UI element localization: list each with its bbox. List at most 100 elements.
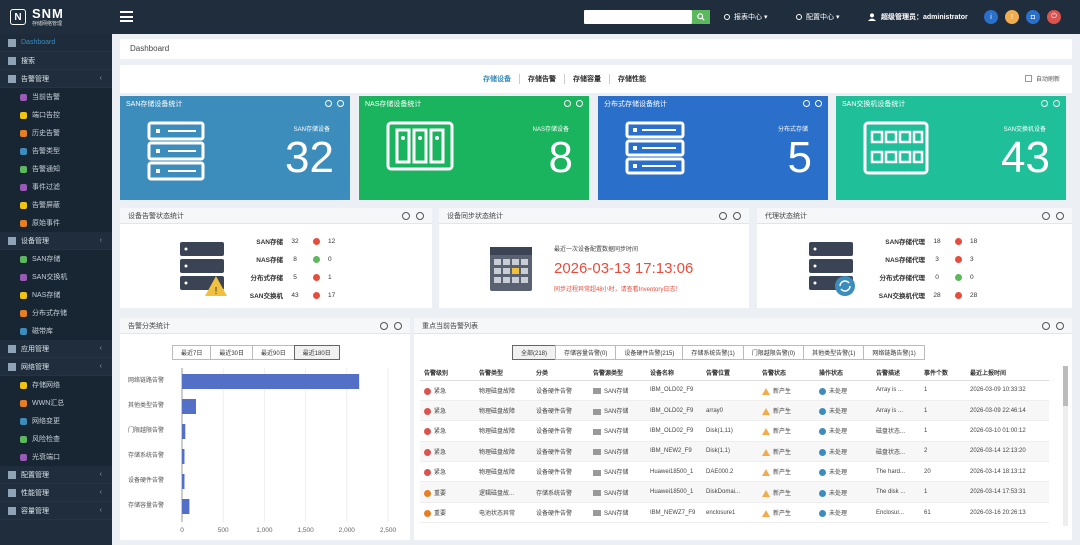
refresh-icon[interactable] bbox=[325, 100, 332, 107]
info-icon[interactable] bbox=[394, 322, 402, 330]
info-icon[interactable] bbox=[416, 212, 424, 220]
refresh-icon[interactable] bbox=[564, 100, 571, 107]
info-icon[interactable] bbox=[733, 212, 741, 220]
chart-bar[interactable] bbox=[182, 449, 185, 464]
device-name-link[interactable]: Huawei18500_1 bbox=[646, 461, 702, 483]
table-row[interactable]: 紧急 物理磁盘故障 设备硬件告警 SAN存储 IBM_OLD02_F9 新产生 未处理 Arr… bbox=[420, 380, 1049, 401]
sidebar-item[interactable]: 告警通知 bbox=[0, 160, 112, 178]
info-icon[interactable] bbox=[1056, 212, 1064, 220]
checkbox[interactable] bbox=[1024, 75, 1032, 82]
table-row[interactable]: 重要 电池状态异常 设备硬件告警 SAN存储 IBM_NEWZ7_F9 enclosure… bbox=[420, 502, 1049, 524]
search-input[interactable] bbox=[584, 10, 692, 24]
sidebar-item[interactable]: NAS存储 bbox=[0, 286, 112, 304]
sidebar-item[interactable]: 磁带库 bbox=[0, 322, 112, 340]
power-icon[interactable]: ⏻ bbox=[1047, 10, 1061, 24]
refresh-icon[interactable] bbox=[1042, 322, 1050, 330]
chart-bar[interactable] bbox=[182, 499, 190, 514]
table-row[interactable]: 紧急 物理磁盘故障 设备硬件告警 SAN存储 Huawei18500_1 DAE000.2… bbox=[420, 461, 1049, 483]
info-icon[interactable] bbox=[815, 100, 822, 107]
filter-tab[interactable]: 存储容量告警(0) bbox=[555, 345, 617, 360]
sidebar-item[interactable]: SAN交换机 bbox=[0, 268, 112, 286]
sidebar-item[interactable]: 端口告控 bbox=[0, 106, 112, 124]
table-row[interactable]: 紧急 物理磁盘故障 设备硬件告警 SAN存储 IBM_OLD02_F9 array0 新产生… bbox=[420, 400, 1049, 422]
stat-card[interactable]: NAS存储设备统计 NAS存储设备 8 bbox=[359, 96, 589, 200]
config-center-link[interactable]: 配置中心 ▾ bbox=[796, 12, 839, 22]
column-header[interactable]: 设备名称 bbox=[646, 366, 702, 381]
sidebar-item[interactable]: 告警类型 bbox=[0, 142, 112, 160]
filter-tab[interactable]: 全部(218) bbox=[512, 345, 557, 360]
sidebar-item[interactable]: 性能管理 ‹ bbox=[0, 484, 112, 502]
sidebar-item[interactable]: SAN存储 bbox=[0, 250, 112, 268]
device-name-link[interactable]: IBM_NEWZ7_F9 bbox=[646, 502, 702, 524]
refresh-icon[interactable] bbox=[402, 212, 410, 220]
search-button[interactable] bbox=[692, 10, 710, 24]
column-header[interactable]: 操作状态 bbox=[815, 366, 872, 381]
column-header[interactable]: 告警位置 bbox=[702, 366, 758, 381]
device-name-link[interactable]: IBM_OLD02_F9 bbox=[646, 380, 702, 401]
filter-tab[interactable]: 设备硬件告警(215) bbox=[615, 345, 684, 360]
user-menu[interactable]: 超级管理员：administrator bbox=[868, 12, 968, 22]
chart-bar[interactable] bbox=[182, 374, 360, 389]
refresh-icon[interactable] bbox=[1041, 100, 1048, 107]
report-center-link[interactable]: 报表中心 ▾ bbox=[724, 12, 767, 22]
sidebar-item[interactable]: 应用管理 ‹ bbox=[0, 340, 112, 358]
refresh-icon[interactable] bbox=[1042, 212, 1050, 220]
info-icon[interactable] bbox=[1053, 100, 1060, 107]
sidebar-item[interactable]: 搜索 bbox=[0, 52, 112, 70]
menu-toggle-icon[interactable] bbox=[120, 11, 133, 22]
table-row[interactable]: 紧急 物理磁盘故障 设备硬件告警 SAN存储 IBM_OLD02_F9 Disk(1,11… bbox=[420, 420, 1049, 442]
column-header[interactable]: 分类 bbox=[532, 366, 589, 381]
sidebar-item[interactable]: WWN汇总 bbox=[0, 394, 112, 412]
filter-tab[interactable]: 存储系统告警(1) bbox=[682, 345, 744, 360]
stat-card[interactable]: SAN交换机设备统计 SAN交换机设备 43 bbox=[836, 96, 1066, 200]
device-name-link[interactable]: IBM_NEW2_F9 bbox=[646, 441, 702, 463]
table-scrollbar[interactable] bbox=[1063, 366, 1068, 526]
column-header[interactable]: 告警源类型 bbox=[589, 366, 646, 381]
sidebar-item[interactable]: 配置管理 ‹ bbox=[0, 466, 112, 484]
device-name-link[interactable]: Huawei18500_1 bbox=[646, 481, 702, 503]
sidebar-item[interactable]: Dashboard bbox=[0, 34, 112, 52]
filter-tab[interactable]: 网络链路告警(1) bbox=[863, 345, 925, 360]
sidebar-item[interactable]: 原始事件 bbox=[0, 214, 112, 232]
filter-tab[interactable]: 其他类型告警(1) bbox=[803, 345, 865, 360]
sidebar-item[interactable]: 存储网络 bbox=[0, 376, 112, 394]
info-icon[interactable]: i bbox=[984, 10, 998, 24]
filter-tab[interactable]: 门限越限告警(0) bbox=[742, 345, 805, 360]
info-icon[interactable] bbox=[1056, 322, 1064, 330]
sidebar-item[interactable]: 告警管理 ‹ bbox=[0, 70, 112, 88]
table-row[interactable]: 紧急 物理磁盘故障 设备硬件告警 SAN存储 IBM_NEW2_F9 Disk(1,1) 新… bbox=[420, 441, 1049, 463]
tab[interactable]: 存储容量 bbox=[565, 74, 610, 84]
info-icon[interactable] bbox=[576, 100, 583, 107]
lock-icon[interactable]: ◘ bbox=[1026, 10, 1040, 24]
sidebar-item[interactable]: 当前告警 bbox=[0, 88, 112, 106]
tab[interactable]: 存储告警 bbox=[520, 74, 565, 84]
sidebar-item[interactable]: 网络变更 bbox=[0, 412, 112, 430]
device-name-link[interactable]: IBM_OLD02_F9 bbox=[646, 400, 702, 422]
stat-card[interactable]: SAN存储设备统计 SAN存储设备 32 bbox=[120, 96, 350, 200]
sidebar-item[interactable]: 告警屏蔽 bbox=[0, 196, 112, 214]
device-name-link[interactable]: IBM_OLD02_F9 bbox=[646, 420, 702, 442]
notification-icon[interactable]: ! bbox=[1005, 10, 1019, 24]
chart-bar[interactable] bbox=[182, 474, 185, 489]
refresh-icon[interactable] bbox=[380, 322, 388, 330]
sidebar-item[interactable]: 网络管理 ‹ bbox=[0, 358, 112, 376]
sidebar-item[interactable]: 历史告警 bbox=[0, 124, 112, 142]
column-header[interactable]: 最近上报时间 bbox=[966, 366, 1049, 381]
refresh-icon[interactable] bbox=[719, 212, 727, 220]
tab[interactable]: 存储性能 bbox=[610, 74, 654, 84]
chart-bar[interactable] bbox=[182, 424, 186, 439]
column-header[interactable]: 告警级别 bbox=[420, 366, 475, 381]
column-header[interactable]: 告警状态 bbox=[758, 366, 815, 381]
refresh-icon[interactable] bbox=[803, 100, 810, 107]
sidebar-item[interactable]: 光衰端口 bbox=[0, 448, 112, 466]
column-header[interactable]: 告警类型 bbox=[475, 366, 532, 381]
column-header[interactable]: 事件个数 bbox=[920, 366, 966, 381]
chart-bar[interactable] bbox=[182, 399, 197, 414]
info-icon[interactable] bbox=[337, 100, 344, 107]
tab[interactable]: 存储设备 bbox=[475, 74, 520, 84]
stat-card[interactable]: 分布式存储设备统计 分布式存储 5 bbox=[598, 96, 828, 200]
table-row[interactable]: 重要 逻辑磁盘故... 存储系统告警 SAN存储 Huawei18500_1 DiskDo… bbox=[420, 481, 1049, 503]
sidebar-item[interactable]: 分布式存储 bbox=[0, 304, 112, 322]
auto-refresh-toggle[interactable]: 自动刷新 bbox=[1024, 74, 1060, 83]
sidebar-item[interactable]: 事件过滤 bbox=[0, 178, 112, 196]
